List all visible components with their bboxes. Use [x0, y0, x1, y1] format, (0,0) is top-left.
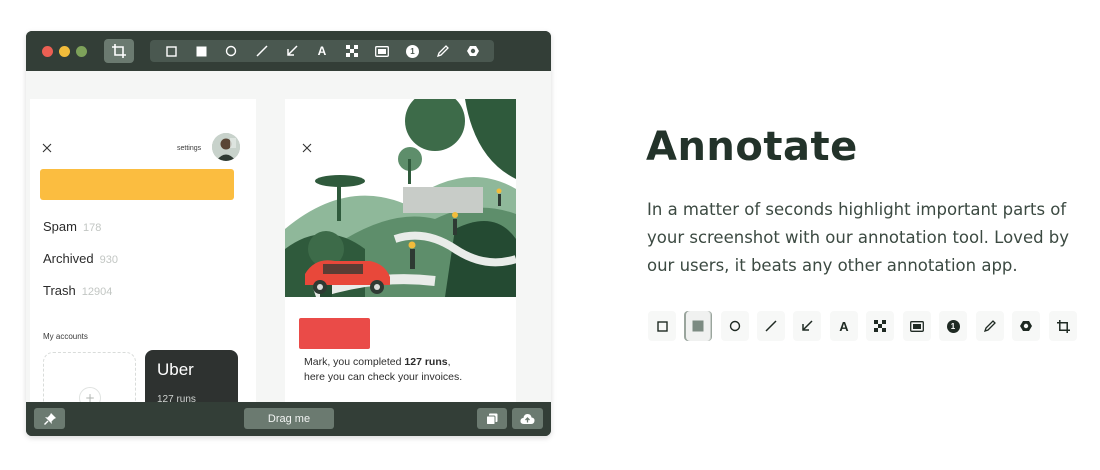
circle-icon: [226, 45, 237, 57]
circle-icon: [729, 320, 741, 332]
folder-row-archived[interactable]: Archived 930: [43, 251, 118, 266]
landscape-illustration: [285, 99, 516, 297]
copy-button[interactable]: [477, 408, 507, 429]
folder-count: 930: [99, 254, 118, 266]
tool-crop[interactable]: [1049, 311, 1077, 341]
page-title: Annotate: [646, 124, 858, 170]
counter-icon: 1: [405, 44, 419, 58]
screenshot-canvas[interactable]: settings Spam 178 Archived 930 Trash 12904 …: [26, 71, 551, 402]
blur-tool[interactable]: [465, 43, 481, 59]
tool-rectangle-filled[interactable]: [684, 311, 712, 341]
arrow-icon: [802, 320, 813, 331]
rectangle-outline-tool[interactable]: [163, 43, 179, 59]
page-description: In a matter of seconds highlight importa…: [647, 200, 1070, 275]
window-titlebar: A 1: [26, 31, 551, 71]
tool-rectangle-outline[interactable]: [648, 311, 676, 341]
rectangle-outline-icon: [165, 45, 177, 57]
runs-message-prefix: Mark, you completed: [304, 356, 405, 368]
close-icon: [302, 143, 312, 153]
pencil-icon: [436, 45, 449, 57]
text-icon: A: [317, 44, 327, 58]
runs-message-period: .: [459, 371, 463, 383]
upload-button[interactable]: [512, 408, 543, 429]
rectangle-filled-tool[interactable]: [193, 43, 209, 59]
tool-counter[interactable]: 1: [939, 311, 967, 341]
tool-blur[interactable]: [1012, 311, 1040, 341]
person-photo-icon: [212, 133, 240, 161]
settings-link[interactable]: settings: [177, 145, 201, 152]
zoom-window-button[interactable]: [76, 46, 87, 57]
blur-icon: [466, 46, 479, 56]
crop-icon: [1056, 319, 1070, 333]
window-bottombar: Drag me: [26, 402, 551, 436]
line-icon: [765, 320, 777, 332]
rectangle-outline-icon: [656, 320, 668, 332]
account-card-title: Uber: [157, 360, 194, 379]
text-tool[interactable]: A: [314, 43, 330, 59]
invoices-link[interactable]: invoices: [421, 371, 459, 383]
filled-rectangle-annotation: [299, 318, 370, 349]
pixelate-icon: [346, 45, 359, 57]
close-window-button[interactable]: [42, 46, 53, 57]
pencil-icon: [984, 320, 996, 332]
avatar: [212, 133, 240, 161]
rectangle-filled-icon: [196, 46, 207, 56]
folder-count: 12904: [81, 286, 113, 298]
text-icon: A: [839, 318, 849, 334]
tool-pixelate[interactable]: [866, 311, 894, 341]
highlight-icon: [375, 45, 390, 57]
runs-message: Mark, you completed 127 runs, here you c…: [304, 355, 509, 385]
counter-icon-label: 1: [410, 46, 415, 56]
highlight-icon: [910, 320, 924, 332]
folder-label: Archived: [43, 251, 94, 266]
folder-row-trash[interactable]: Trash 12904: [43, 283, 112, 298]
runs-message-comma: ,: [447, 356, 451, 368]
minimize-window-button[interactable]: [59, 46, 70, 57]
counter-icon-label: 1: [950, 321, 956, 331]
pin-button[interactable]: [34, 408, 65, 429]
highlight-tool[interactable]: [374, 43, 390, 59]
runs-message-line2: here you can check your: [304, 371, 422, 383]
pixelate-tool[interactable]: [344, 43, 360, 59]
counter-tool[interactable]: 1: [404, 43, 420, 59]
add-account-card[interactable]: +: [43, 352, 136, 402]
pin-icon: [43, 412, 56, 425]
tool-line[interactable]: [757, 311, 785, 341]
folder-count: 178: [82, 222, 102, 234]
cloud-upload-icon: [520, 414, 535, 424]
highlight-rectangle: [40, 169, 234, 200]
close-icon: [42, 143, 52, 153]
arrow-icon: [287, 45, 298, 56]
mail-panel: settings Spam 178 Archived 930 Trash 12904 …: [30, 99, 256, 402]
crop-icon: [112, 44, 126, 58]
folder-row-spam[interactable]: Spam 178: [43, 219, 101, 234]
crop-tool-button[interactable]: [104, 39, 134, 63]
copy-icon: [486, 413, 498, 425]
app-window: A 1 settings Spam 178 Archived 930 Trash…: [26, 31, 551, 436]
drag-me-button[interactable]: Drag me: [244, 408, 334, 429]
accounts-heading: My accounts: [43, 332, 88, 341]
circle-tool[interactable]: [223, 43, 239, 59]
arrow-tool[interactable]: [284, 43, 300, 59]
tool-pencil[interactable]: [976, 311, 1004, 341]
account-card-uber[interactable]: Uber 127 runs: [145, 350, 238, 402]
line-icon: [256, 45, 268, 57]
rectangle-filled-icon: [692, 320, 703, 332]
blur-icon: [1020, 321, 1032, 331]
tool-circle[interactable]: [721, 311, 749, 341]
tool-arrow[interactable]: [793, 311, 821, 341]
invoice-card-panel: Mark, you completed 127 runs, here you c…: [285, 99, 516, 402]
annotation-toolbar: A 1: [150, 40, 494, 62]
tool-text[interactable]: A: [830, 311, 858, 341]
runs-message-count: 127 runs: [404, 356, 448, 368]
account-card-runs: 127 runs: [157, 394, 196, 402]
pixelate-icon: [874, 320, 886, 332]
pencil-tool[interactable]: [435, 43, 451, 59]
tool-highlight[interactable]: [903, 311, 931, 341]
folder-label: Trash: [43, 283, 76, 298]
add-account-button[interactable]: +: [79, 387, 101, 402]
counter-icon: 1: [946, 319, 960, 333]
line-tool[interactable]: [254, 43, 270, 59]
folder-label: Spam: [43, 219, 77, 234]
